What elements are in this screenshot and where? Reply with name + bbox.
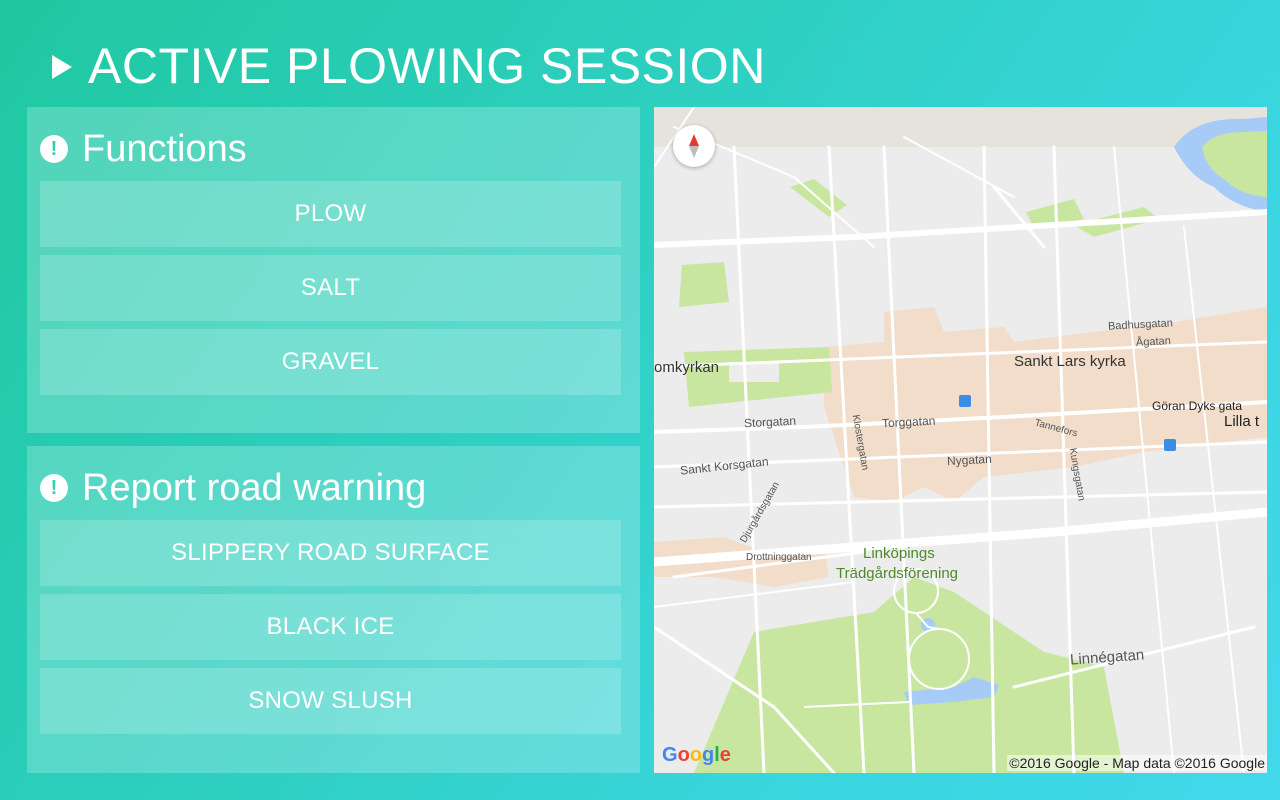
snow-slush-button[interactable]: SNOW SLUSH (40, 668, 621, 734)
plow-button[interactable]: PLOW (40, 181, 621, 247)
map-label-agatan: Ågatan (1135, 335, 1172, 349)
alert-circle-icon: ! (40, 474, 68, 502)
map-label-goran-dyks-gata: Göran Dyks gata (1152, 399, 1243, 413)
compass-button[interactable] (673, 125, 715, 167)
map-view[interactable]: omkyrkan Sankt Lars kyrka Badhusgatan Åg… (654, 107, 1267, 773)
page-title: ACTIVE PLOWING SESSION (88, 38, 766, 94)
map-label-domkyrkan: omkyrkan (654, 359, 720, 376)
functions-panel-title: Functions (82, 127, 247, 170)
functions-panel: ! Functions PLOW SALT GRAVEL (27, 107, 640, 433)
functions-panel-header: ! Functions (40, 127, 247, 171)
map-label-linkopings: Linköpings (863, 545, 935, 562)
map-label-nygatan: Nygatan (946, 451, 993, 469)
play-triangle-icon (52, 55, 72, 79)
map-label-lilla: Lilla t (1224, 413, 1260, 430)
map-label-tradgardsforening: Trädgårdsförening (836, 565, 959, 582)
alert-circle-icon: ! (40, 135, 68, 163)
google-logo: Google (662, 744, 731, 766)
map-label-drottninggatan: Drottninggatan (746, 552, 812, 563)
road-warning-panel-header: ! Report road warning (40, 466, 426, 510)
road-warning-panel: ! Report road warning SLIPPERY ROAD SURF… (27, 446, 640, 773)
map-attribution[interactable]: ©2016 Google - Map data ©2016 Google (1007, 755, 1267, 771)
map-label-storgatan: Storgatan (743, 413, 797, 431)
slippery-road-surface-button[interactable]: SLIPPERY ROAD SURFACE (40, 520, 621, 586)
map-canvas[interactable] (654, 107, 1267, 773)
gravel-button[interactable]: GRAVEL (40, 329, 621, 395)
page-header: ACTIVE PLOWING SESSION (52, 36, 766, 96)
road-warning-panel-title: Report road warning (82, 466, 427, 509)
black-ice-button[interactable]: BLACK ICE (40, 594, 621, 660)
compass-icon (689, 134, 699, 158)
map-label-sankt-lars-kyrka: Sankt Lars kyrka (1014, 353, 1126, 370)
salt-button[interactable]: SALT (40, 255, 621, 321)
map-label-torggatan: Torggatan (881, 413, 936, 431)
